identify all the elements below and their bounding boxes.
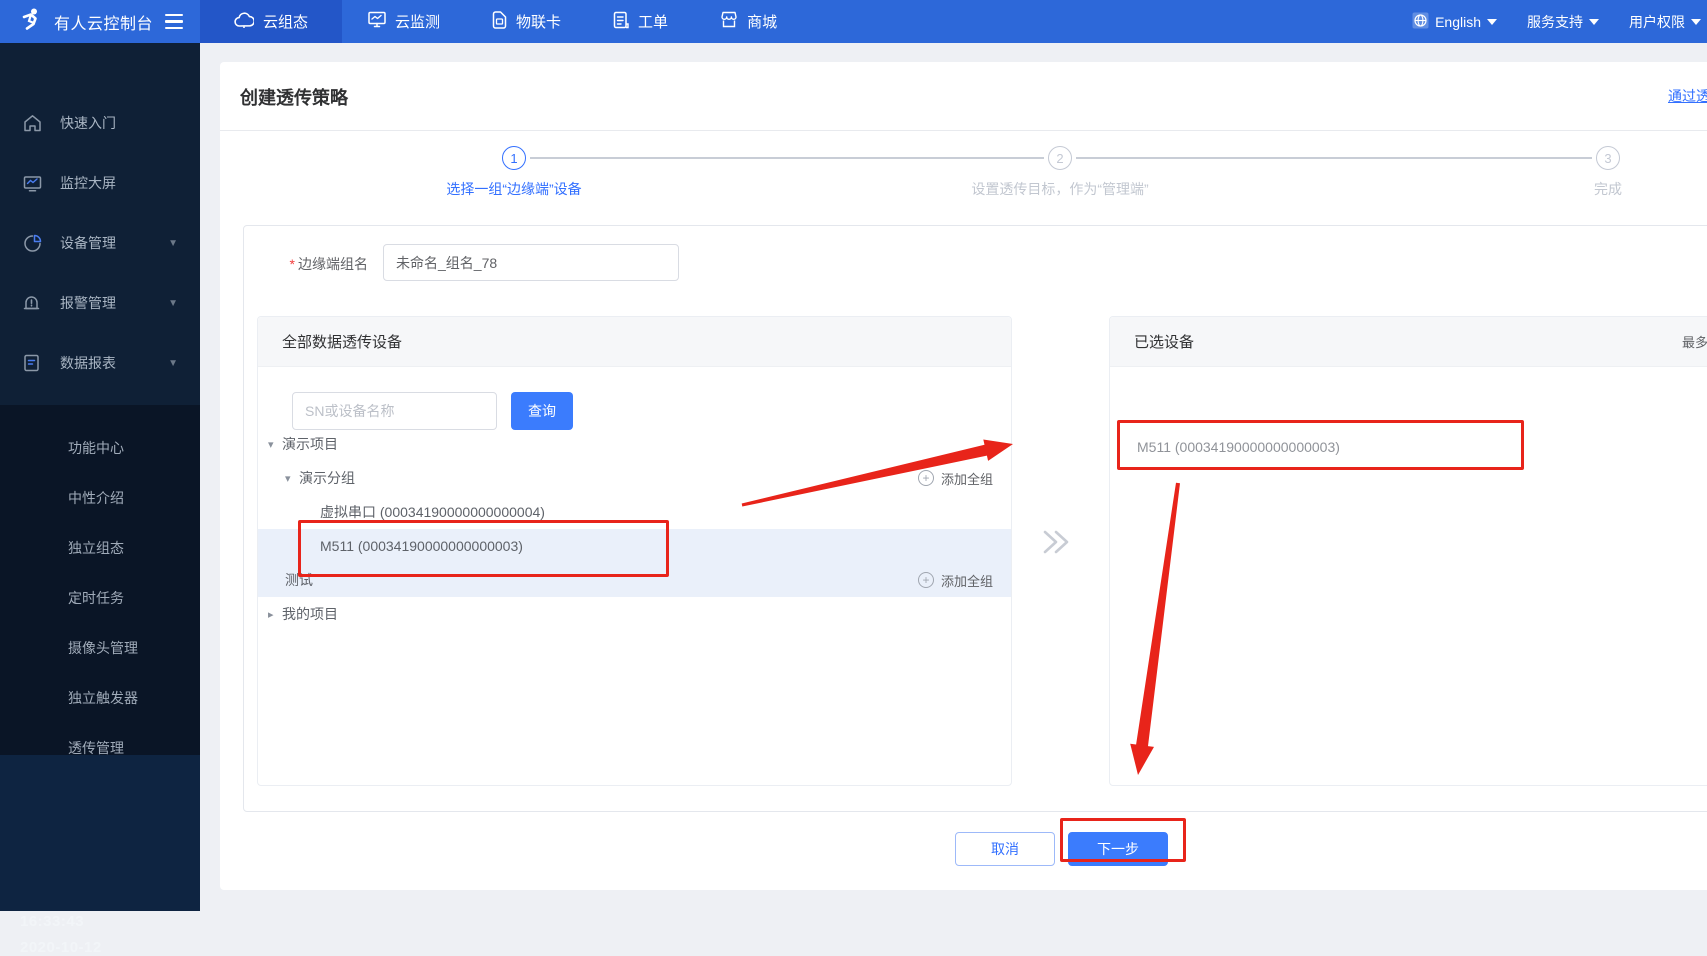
- service-support-menu[interactable]: 服务支持: [1527, 12, 1599, 32]
- chevron-down-icon: [1589, 19, 1599, 25]
- tree-node-virtual-serial[interactable]: 虚拟串口 (00034190000000000004): [258, 495, 1011, 529]
- sidebar-item-alarm-management[interactable]: 报警管理 ▼: [0, 273, 200, 333]
- nav-tab-cloud-monitor[interactable]: 云监测: [342, 0, 466, 43]
- nav-tabs: 云组态 云监测 物联卡 工单 商城: [200, 0, 803, 43]
- cancel-button[interactable]: 取消: [955, 832, 1055, 866]
- double-chevron-right-icon: [1041, 526, 1071, 563]
- step-3: 3 完成: [1448, 146, 1707, 199]
- selected-devices-panel-header: 已选设备 最多: [1110, 317, 1707, 367]
- hamburger-menu-icon[interactable]: [165, 14, 183, 30]
- mall-icon: [720, 11, 738, 32]
- user-permissions-menu[interactable]: 用户权限: [1629, 12, 1701, 32]
- page-title: 创建透传策略: [240, 84, 348, 110]
- tree-node-test-group[interactable]: 测试 + 添加全组: [258, 563, 1011, 597]
- selected-device-item[interactable]: M511 (00034190000000000003): [1110, 422, 1707, 472]
- device-pie-icon: [23, 234, 43, 253]
- caret-open-icon: ▾: [268, 438, 282, 451]
- tree-node-my-project[interactable]: ▸ 我的项目: [258, 597, 1011, 631]
- submenu-item-camera-management[interactable]: 摄像头管理: [0, 623, 200, 673]
- tree-node-m511-selected[interactable]: M511 (00034190000000000003): [258, 529, 1011, 563]
- step-1: 1 选择一组“边缘端”设备: [354, 146, 674, 199]
- submenu-item-independent-trigger[interactable]: 独立触发器: [0, 673, 200, 723]
- sidebar-item-quick-start[interactable]: 快速入门: [0, 93, 200, 153]
- all-devices-panel: 全部数据透传设备 查询 ▾ 演示项目 ▾ 演示分组 + 添加全组: [257, 316, 1012, 786]
- top-navbar: 有人云控制台 云组态 云监测 物联卡 工单: [0, 0, 1707, 43]
- globe-icon: [1412, 12, 1429, 32]
- sidebar-item-monitor-screen[interactable]: 监控大屏: [0, 153, 200, 213]
- monitor-icon: [368, 11, 386, 32]
- cloud-icon: [234, 12, 254, 32]
- top-right-link[interactable]: 通过透传: [1668, 86, 1707, 106]
- required-asterisk: *: [290, 256, 295, 272]
- home-icon: [23, 114, 43, 132]
- tree-node-demo-project[interactable]: ▾ 演示项目: [258, 427, 1011, 461]
- max-count-hint: 最多: [1682, 332, 1707, 351]
- nav-tab-cloud-config[interactable]: 云组态: [200, 0, 342, 43]
- device-search-input[interactable]: [292, 392, 497, 430]
- add-whole-group-button[interactable]: + 添加全组: [918, 469, 993, 488]
- work-order-icon: [613, 11, 629, 33]
- all-devices-panel-header: 全部数据透传设备: [258, 317, 1011, 367]
- submenu-item-independent-config[interactable]: 独立组态: [0, 523, 200, 573]
- plus-circle-icon: +: [918, 470, 934, 486]
- clock-time: 16:33:43: [20, 913, 84, 930]
- alarm-bell-icon: [23, 294, 43, 313]
- nav-tab-iot-card[interactable]: 物联卡: [466, 0, 587, 43]
- device-tree: ▾ 演示项目 ▾ 演示分组 + 添加全组 虚拟串口 (0003419000000…: [258, 427, 1011, 631]
- chevron-down-icon: [1487, 19, 1497, 25]
- brand-title: 有人云控制台: [54, 10, 153, 34]
- add-whole-group-button[interactable]: + 添加全组: [918, 571, 993, 590]
- nav-tab-mall[interactable]: 商城: [694, 0, 803, 43]
- tree-node-demo-group[interactable]: ▾ 演示分组 + 添加全组: [258, 461, 1011, 495]
- clock-date: 2020-10-12: [20, 939, 102, 956]
- caret-open-icon: ▾: [285, 472, 299, 485]
- divider: [220, 130, 1707, 131]
- submenu-item-scheduled-tasks[interactable]: 定时任务: [0, 573, 200, 623]
- chevron-down-icon: ▼: [168, 358, 178, 369]
- search-query-button[interactable]: 查询: [511, 392, 573, 430]
- step-2: 2 设置透传目标，作为“管理端”: [900, 146, 1220, 199]
- brand-logo-icon: [18, 6, 44, 37]
- submenu-item-function-center[interactable]: 功能中心: [0, 423, 200, 473]
- extension-submenu: 功能中心 中性介绍 独立组态 定时任务 摄像头管理 独立触发器 透传管理: [0, 405, 200, 755]
- chevron-down-icon: [1691, 19, 1701, 25]
- sidebar-item-data-report[interactable]: 数据报表 ▼: [0, 333, 200, 393]
- main-content-card: 创建透传策略 通过透传 1 选择一组“边缘端”设备 2 设置透传目标，作为“管理…: [220, 62, 1707, 890]
- plus-circle-icon: +: [918, 572, 934, 588]
- group-name-label: *边缘端组名: [244, 254, 368, 274]
- next-step-button[interactable]: 下一步: [1068, 832, 1168, 866]
- nav-tab-work-order[interactable]: 工单: [587, 0, 694, 43]
- chevron-down-icon: ▼: [168, 298, 178, 309]
- sim-card-icon: [492, 11, 507, 33]
- chevron-down-icon: ▼: [168, 238, 178, 249]
- language-selector[interactable]: English: [1412, 12, 1497, 32]
- submenu-item-neutral-intro[interactable]: 中性介绍: [0, 473, 200, 523]
- big-screen-icon: [23, 175, 43, 192]
- wizard-body: *边缘端组名 全部数据透传设备 查询 ▾ 演示项目 ▾ 演示分组: [243, 225, 1707, 812]
- caret-closed-icon: ▸: [268, 608, 282, 621]
- sidebar-item-device-management[interactable]: 设备管理 ▼: [0, 213, 200, 273]
- sidebar: 快速入门 监控大屏 设备管理 ▼ 报警管理 ▼ 数据报表 ▼ 扩展功能 ▲: [0, 43, 200, 911]
- group-name-input[interactable]: [383, 244, 679, 281]
- sidebar-bottom-panel: 16:33:43 2020-10-12: [0, 755, 200, 911]
- selected-devices-panel: 已选设备 最多 M511 (00034190000000000003): [1109, 316, 1707, 786]
- report-document-icon: [23, 354, 43, 372]
